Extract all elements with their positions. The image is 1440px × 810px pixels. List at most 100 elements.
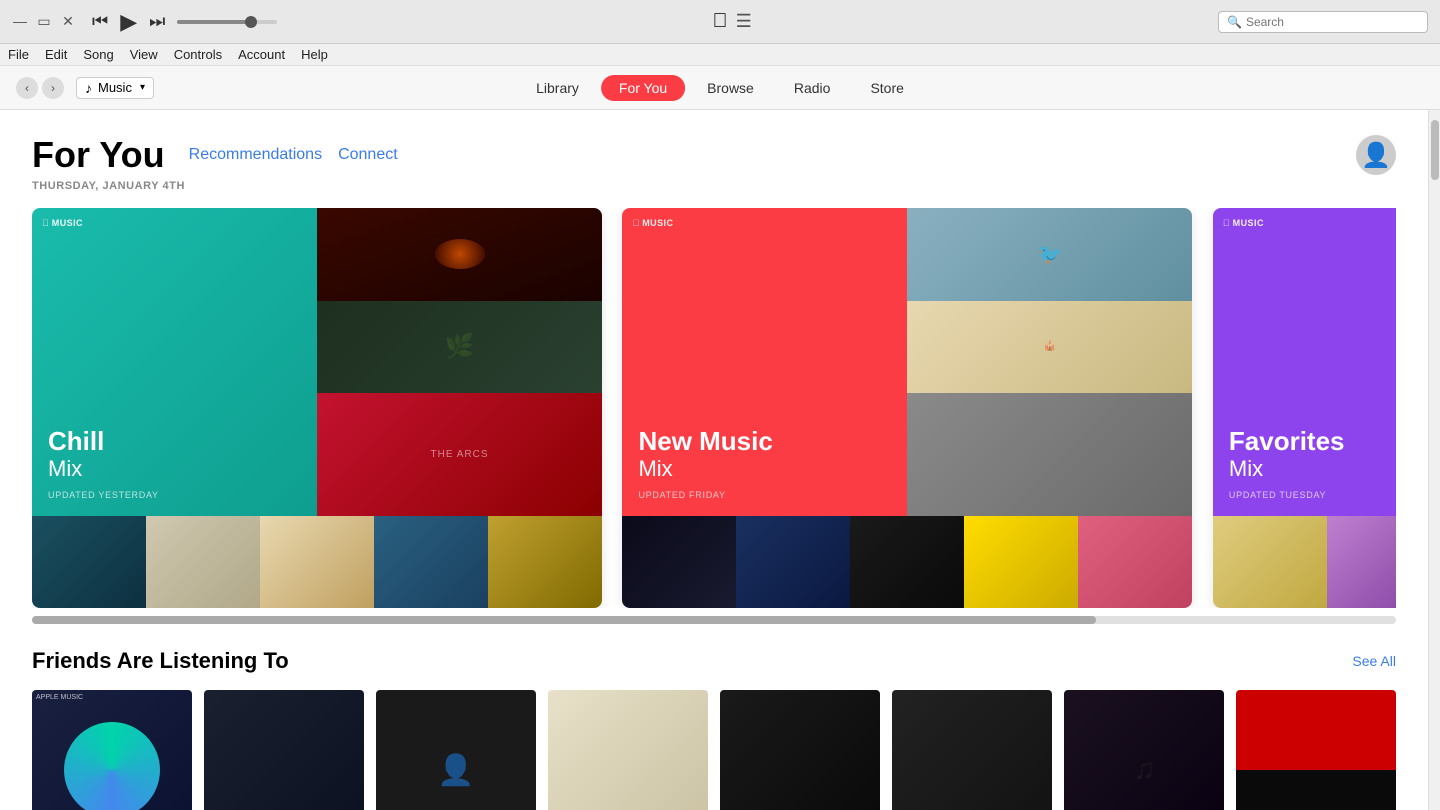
search-icon: 🔍 [1227, 15, 1242, 29]
search-box[interactable]: 🔍 [1218, 11, 1428, 33]
apple-icon-2:  [632, 218, 639, 228]
album-hoity [964, 516, 1078, 608]
connect-link[interactable]: Connect [338, 146, 398, 164]
tab-browse[interactable]: Browse [689, 75, 772, 101]
album-leaf [146, 516, 260, 608]
menu-edit[interactable]: Edit [45, 47, 67, 62]
back-button[interactable]: ‹ [16, 77, 38, 99]
album-kacey [1078, 516, 1192, 608]
menu-view[interactable]: View [130, 47, 158, 62]
album-mustplay [374, 516, 488, 608]
album-dark-girl [850, 516, 964, 608]
chill-mix-albums: 🌿 The Arcs [317, 208, 602, 516]
favorites-title: Favorites [1229, 427, 1396, 456]
scrollbar-thumb-vertical[interactable] [1431, 120, 1439, 180]
album-fav-b2 [1327, 516, 1396, 608]
chill-mix-card[interactable]:  MUSIC Chill Mix UPDATED YESTERDAY [32, 208, 602, 608]
page-title: For You [32, 134, 165, 176]
apple-logo:  [713, 10, 728, 33]
friend-album-7[interactable]: ♫ [1064, 690, 1224, 810]
apple-music-label: MUSIC [52, 218, 83, 228]
nav-bar: ‹ › ♪ Music ▾ Library For You Browse Rad… [0, 66, 1440, 110]
window-controls: — ▭ ✕ [12, 13, 76, 30]
friend-album-1[interactable]: Apple Music [32, 690, 192, 810]
album-gold [488, 516, 602, 608]
friend-album-3[interactable]: 👤 [376, 690, 536, 810]
album-blue-sketch [736, 516, 850, 608]
main-content: For You Recommendations Connect 👤 THURSD… [0, 110, 1428, 810]
album-birds: 🐦 [907, 208, 1192, 301]
source-label: Music [98, 80, 132, 95]
album-art-arcs: The Arcs [317, 393, 602, 516]
apple-music-label-2: MUSIC [642, 218, 673, 228]
forward-button[interactable]: › [42, 77, 64, 99]
menu-account[interactable]: Account [238, 47, 285, 62]
newmusic-updated: UPDATED FRIDAY [638, 490, 891, 500]
favorites-bottom-albums [1213, 516, 1396, 608]
friend-album-2[interactable] [204, 690, 364, 810]
chill-bottom-albums [32, 516, 602, 608]
album-blowsom [622, 516, 736, 608]
friends-grid: Apple Music 👤 ♫ [32, 690, 1396, 810]
menu-bar: File Edit Song View Controls Account Hel… [0, 44, 1440, 66]
rewind-button[interactable]: ⏮ [88, 11, 112, 32]
transport-controls: ⏮ ▶ ⏭ [88, 9, 169, 35]
recommendations-link[interactable]: Recommendations [189, 146, 322, 164]
music-note-icon: ♪ [85, 80, 92, 96]
friend-album-4[interactable] [548, 690, 708, 810]
favorites-updated: UPDATED TUESDAY [1229, 490, 1396, 500]
menu-help[interactable]: Help [301, 47, 328, 62]
minimize-button[interactable]: — [12, 13, 28, 30]
tab-library[interactable]: Library [518, 75, 597, 101]
play-button[interactable]: ▶ [116, 9, 141, 35]
favorites-subtitle: Mix [1229, 456, 1396, 482]
page-header-links: Recommendations Connect [189, 146, 398, 164]
vertical-scrollbar[interactable] [1428, 110, 1440, 810]
volume-slider[interactable] [177, 20, 277, 24]
main-navigation: Library For You Browse Radio Store [518, 75, 922, 101]
menu-controls[interactable]: Controls [174, 47, 222, 62]
favorites-mix-card[interactable]:  MUSIC Favorites Mix UPDATED TUESDAY [1213, 208, 1396, 608]
friend-album-5[interactable] [720, 690, 880, 810]
user-avatar[interactable]: 👤 [1356, 135, 1396, 175]
nav-arrows: ‹ › [16, 77, 64, 99]
album-fav-b1 [1213, 516, 1327, 608]
apple-music-label-3: MUSIC [1233, 218, 1264, 228]
list-view-button[interactable]: ☰ [736, 11, 752, 32]
see-all-link[interactable]: See All [1352, 653, 1396, 669]
tab-for-you[interactable]: For You [601, 75, 685, 101]
friend-album-6[interactable] [892, 690, 1052, 810]
apple-music-badge:  MUSIC [42, 218, 83, 228]
newmusic-subtitle: Mix [638, 456, 891, 482]
newmusic-albums: 🐦 🎪 [907, 208, 1192, 516]
newmusic-mix-cover:  MUSIC New Music Mix UPDATED FRIDAY [622, 208, 907, 516]
chill-title: Chill [48, 427, 301, 456]
menu-file[interactable]: File [8, 47, 29, 62]
content-area: For You Recommendations Connect 👤 THURSD… [0, 110, 1440, 810]
fastforward-button[interactable]: ⏭ [145, 11, 169, 32]
album-saudade [32, 516, 146, 608]
tab-radio[interactable]: Radio [776, 75, 849, 101]
new-music-mix-card[interactable]:  MUSIC New Music Mix UPDATED FRIDAY 🐦 [622, 208, 1192, 608]
album-grey-car [907, 393, 1192, 516]
newmusic-top-albums: 🐦 🎪 [907, 208, 1192, 393]
close-button[interactable]: ✕ [60, 13, 76, 30]
friend-album-8[interactable] [1236, 690, 1396, 810]
source-selector[interactable]: ♪ Music ▾ [76, 77, 154, 99]
album-yours [260, 516, 374, 608]
apple-music-badge-3:  MUSIC [1223, 218, 1264, 228]
menu-song[interactable]: Song [83, 47, 113, 62]
apple-icon-3:  [1223, 218, 1230, 228]
newmusic-mix-layout:  MUSIC New Music Mix UPDATED FRIDAY 🐦 [622, 208, 1192, 516]
search-input[interactable] [1246, 15, 1419, 29]
horizontal-scrollbar[interactable] [32, 616, 1396, 624]
mixes-scroll[interactable]:  MUSIC Chill Mix UPDATED YESTERDAY [32, 208, 1396, 608]
chill-mix-layout:  MUSIC Chill Mix UPDATED YESTERDAY [32, 208, 602, 516]
restore-button[interactable]: ▭ [36, 13, 52, 30]
chill-subtitle: Mix [48, 456, 301, 482]
album-art-2: 🌿 [317, 301, 602, 394]
friends-section-header: Friends Are Listening To See All [32, 648, 1396, 674]
tab-store[interactable]: Store [852, 75, 921, 101]
scrollbar-thumb[interactable] [32, 616, 1096, 624]
chevron-down-icon: ▾ [140, 82, 145, 93]
